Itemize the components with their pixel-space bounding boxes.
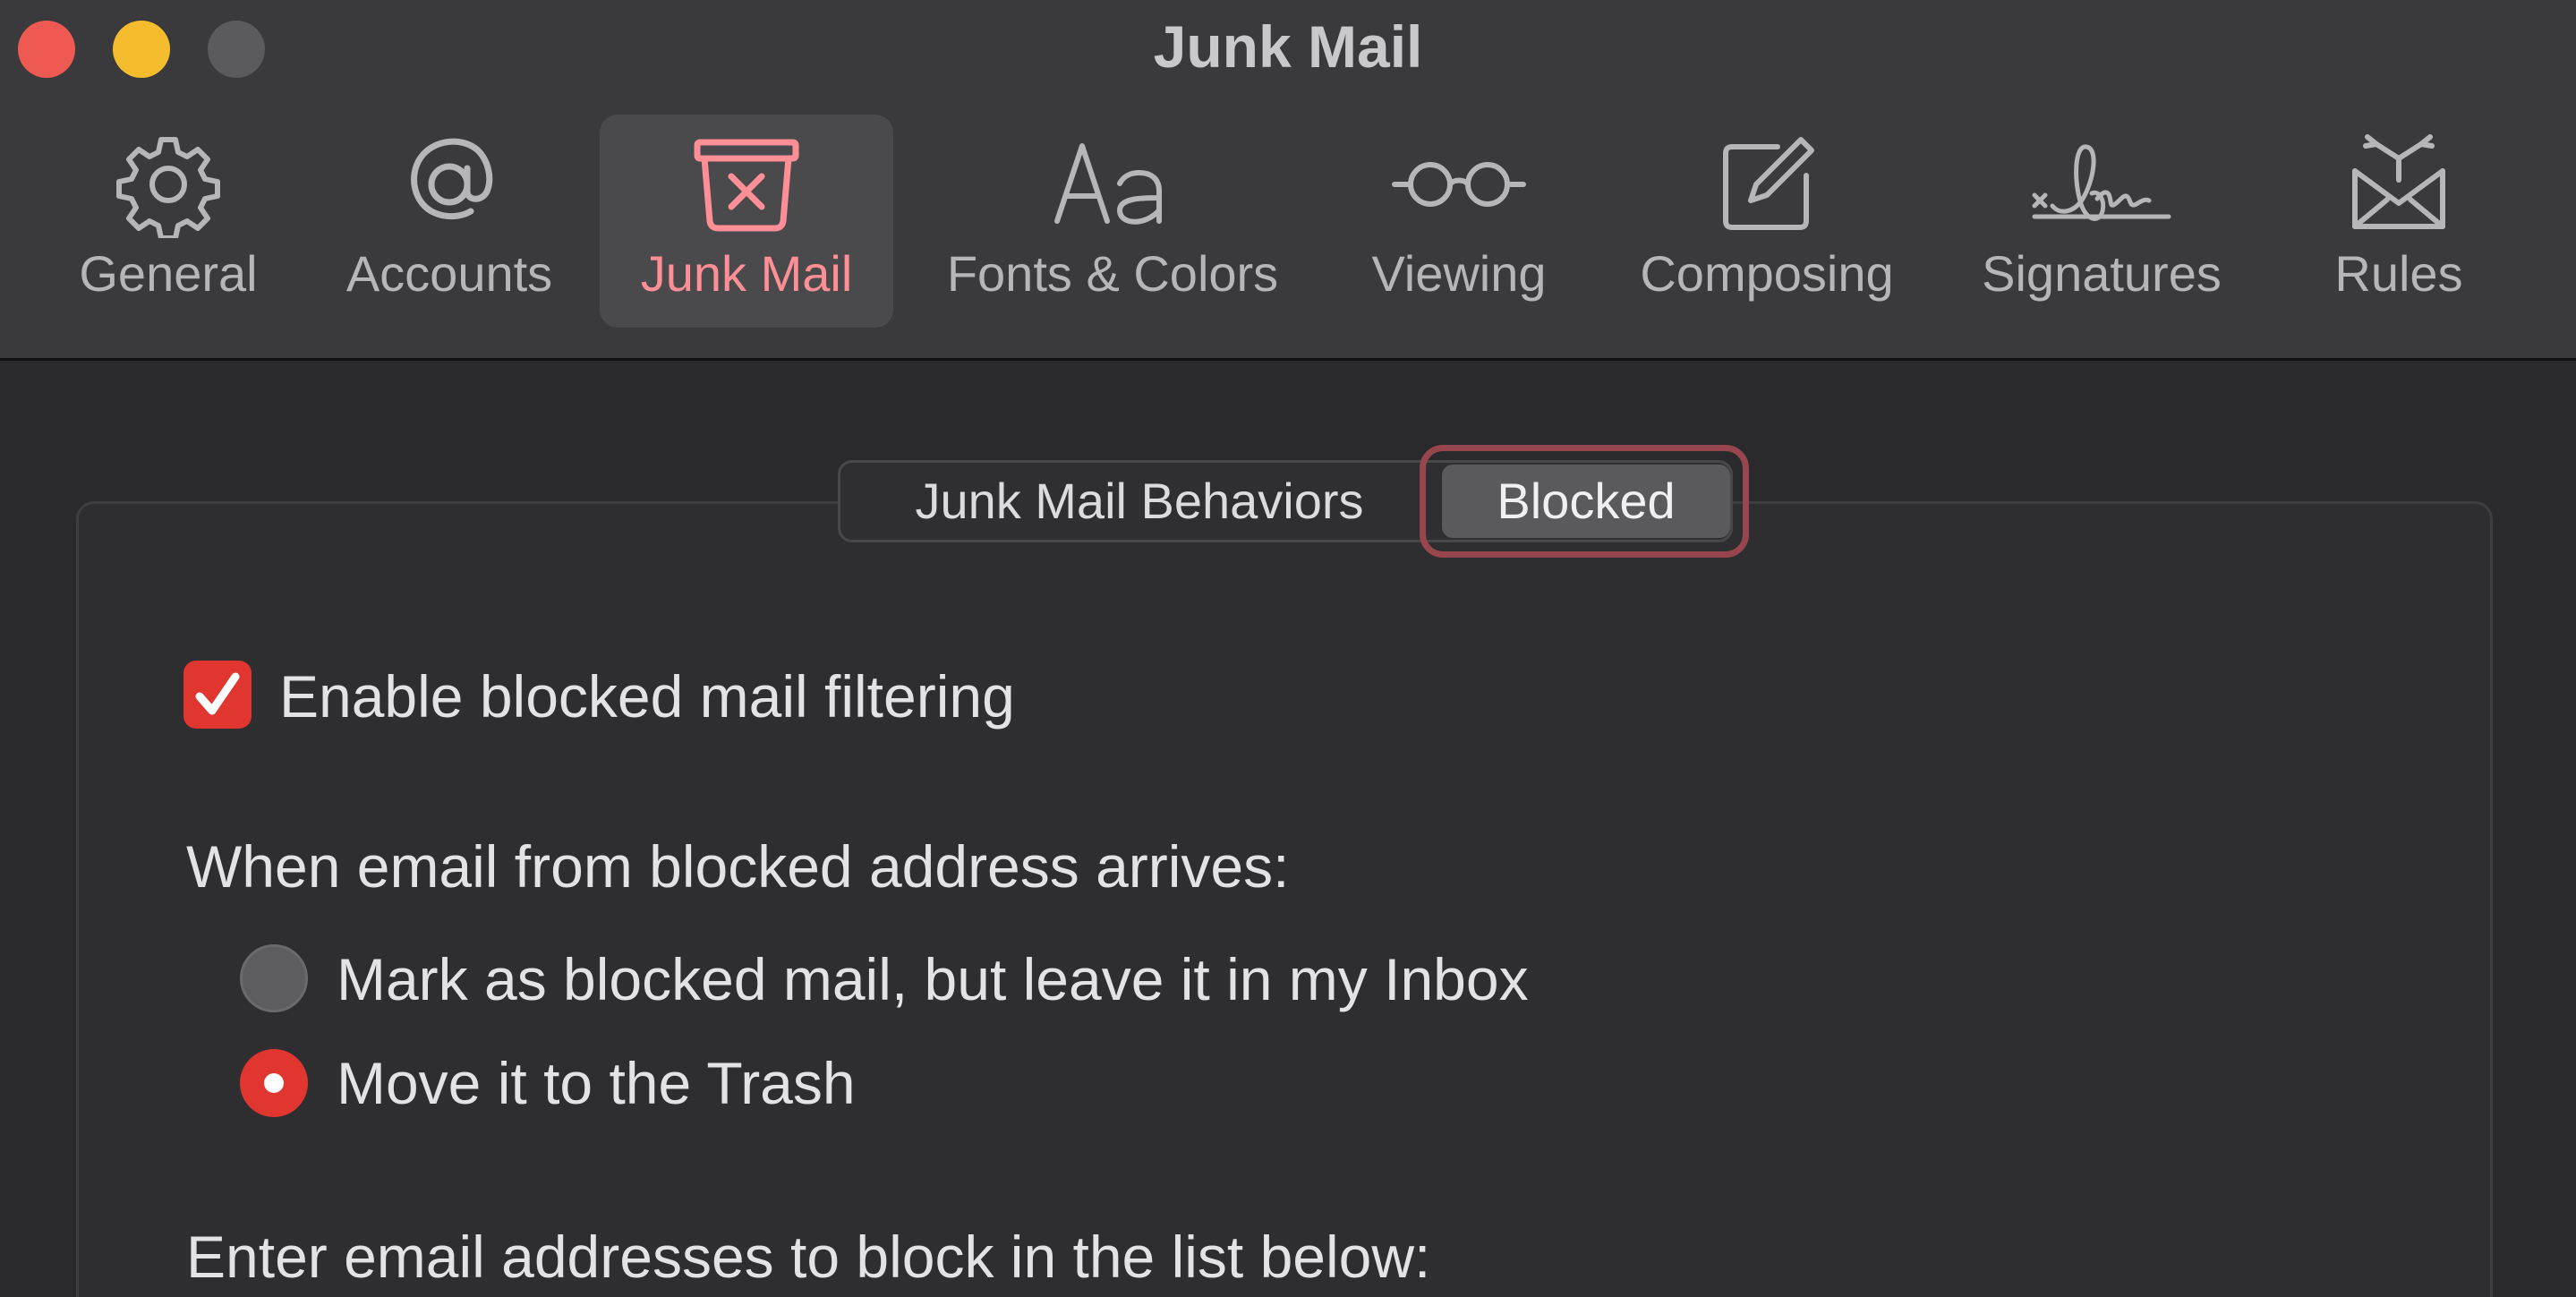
move-to-trash-label[interactable]: Move it to the Trash xyxy=(337,1049,856,1117)
toolbar-tab-fonts-colors[interactable]: Fonts & Colors xyxy=(922,115,1303,328)
toolbar-tab-rules[interactable]: Rules xyxy=(2291,115,2506,328)
enable-blocked-filtering-label[interactable]: Enable blocked mail filtering xyxy=(279,662,1015,730)
toolbar-tab-signatures[interactable]: Signatures xyxy=(1962,115,2241,328)
compose-icon xyxy=(1616,132,1917,236)
at-sign-icon xyxy=(328,132,571,236)
toolbar-tab-junk-mail[interactable]: Junk Mail xyxy=(600,115,893,328)
toolbar-tab-viewing[interactable]: Viewing xyxy=(1344,115,1574,328)
radio-selected-dot xyxy=(264,1073,284,1093)
gear-icon xyxy=(54,132,283,238)
rules-envelope-icon xyxy=(2291,132,2506,236)
toolbar-tab-label: Composing xyxy=(1640,245,1894,302)
toolbar-tab-label: General xyxy=(79,245,258,302)
blocked-list-heading: Enter email addresses to block in the li… xyxy=(186,1224,1431,1290)
tab-junk-mail-behaviors[interactable]: Junk Mail Behaviors xyxy=(840,463,1438,540)
enable-blocked-filtering-checkbox[interactable] xyxy=(183,661,252,729)
blocked-tab-highlight xyxy=(1420,445,1749,558)
toolbar-tab-label: Fonts & Colors xyxy=(946,245,1279,302)
window-title: Junk Mail xyxy=(1153,13,1423,80)
toolbar-tab-general[interactable]: General xyxy=(54,115,283,328)
mark-as-blocked-label[interactable]: Mark as blocked mail, but leave it in my… xyxy=(337,945,1529,1013)
toolbar-tab-label: Accounts xyxy=(345,245,553,302)
title-bar: Junk Mail General Accounts Junk Mail Fon… xyxy=(0,0,2576,361)
toolbar-tab-label: Signatures xyxy=(1982,245,2222,302)
preferences-window: Junk Mail General Accounts Junk Mail Fon… xyxy=(0,0,2576,1297)
toolbar-tab-label: Rules xyxy=(2334,245,2463,302)
toolbar-tab-composing[interactable]: Composing xyxy=(1616,115,1917,328)
glasses-icon xyxy=(1344,132,1574,236)
toolbar-tab-label: Junk Mail xyxy=(640,245,853,302)
font-aa-icon xyxy=(922,132,1303,236)
mark-as-blocked-radio[interactable] xyxy=(240,944,308,1012)
move-to-trash-radio[interactable] xyxy=(240,1049,308,1117)
signature-icon xyxy=(1962,132,2241,236)
arrival-action-heading: When email from blocked address arrives: xyxy=(186,833,1290,900)
checkmark-icon xyxy=(195,672,240,715)
toolbar-tab-accounts[interactable]: Accounts xyxy=(328,115,571,328)
toolbar-tab-label: Viewing xyxy=(1371,245,1547,302)
junk-bin-icon xyxy=(600,132,893,236)
